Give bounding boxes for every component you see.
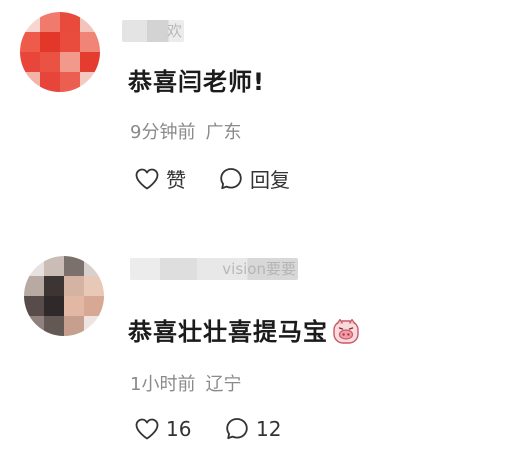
speech-bubble-icon <box>226 418 248 440</box>
like-label: 赞 <box>166 168 186 192</box>
comment-actions: 赞 回复 <box>134 164 290 193</box>
comment-meta: 1小时前 辽宁 <box>130 370 241 396</box>
username-text[interactable]: vision要要 <box>130 258 298 280</box>
speech-bubble-icon <box>220 167 242 189</box>
username[interactable]: 欢 <box>122 20 184 42</box>
username-text[interactable]: 欢 <box>122 20 184 42</box>
heart-icon <box>135 168 159 189</box>
comment-item: vision要要 恭喜壮壮喜提马宝 1小时前 辽宁 16 12 <box>0 234 518 468</box>
comment-meta: 9分钟前 广东 <box>130 118 241 144</box>
comment-actions: 16 12 <box>134 416 281 442</box>
comment-time: 1小时前 <box>130 374 196 395</box>
heart-icon <box>135 418 159 440</box>
pig-face-emoji-icon <box>333 318 359 344</box>
reply-label: 回复 <box>250 168 290 192</box>
avatar[interactable] <box>20 12 100 92</box>
like-button[interactable]: 赞 <box>134 164 218 193</box>
reply-button[interactable]: 12 <box>224 416 281 442</box>
reply-button[interactable]: 回复 <box>218 164 290 193</box>
comment-text-body: 恭喜壮壮喜提马宝 <box>128 318 328 346</box>
comment-text: 恭喜闫老师! <box>128 68 265 96</box>
comment-text: 恭喜壮壮喜提马宝 <box>128 312 360 347</box>
comment-region: 辽宁 <box>205 374 242 395</box>
avatar[interactable] <box>24 256 104 336</box>
like-button[interactable]: 16 <box>134 417 224 441</box>
comment-time: 9分钟前 <box>130 122 196 143</box>
comment-region: 广东 <box>205 122 242 143</box>
reply-count: 12 <box>256 417 282 441</box>
comment-item: 欢 恭喜闫老师! 9分钟前 广东 赞 回复 <box>0 0 518 234</box>
username[interactable]: vision要要 <box>130 258 298 280</box>
like-count: 16 <box>166 417 192 441</box>
